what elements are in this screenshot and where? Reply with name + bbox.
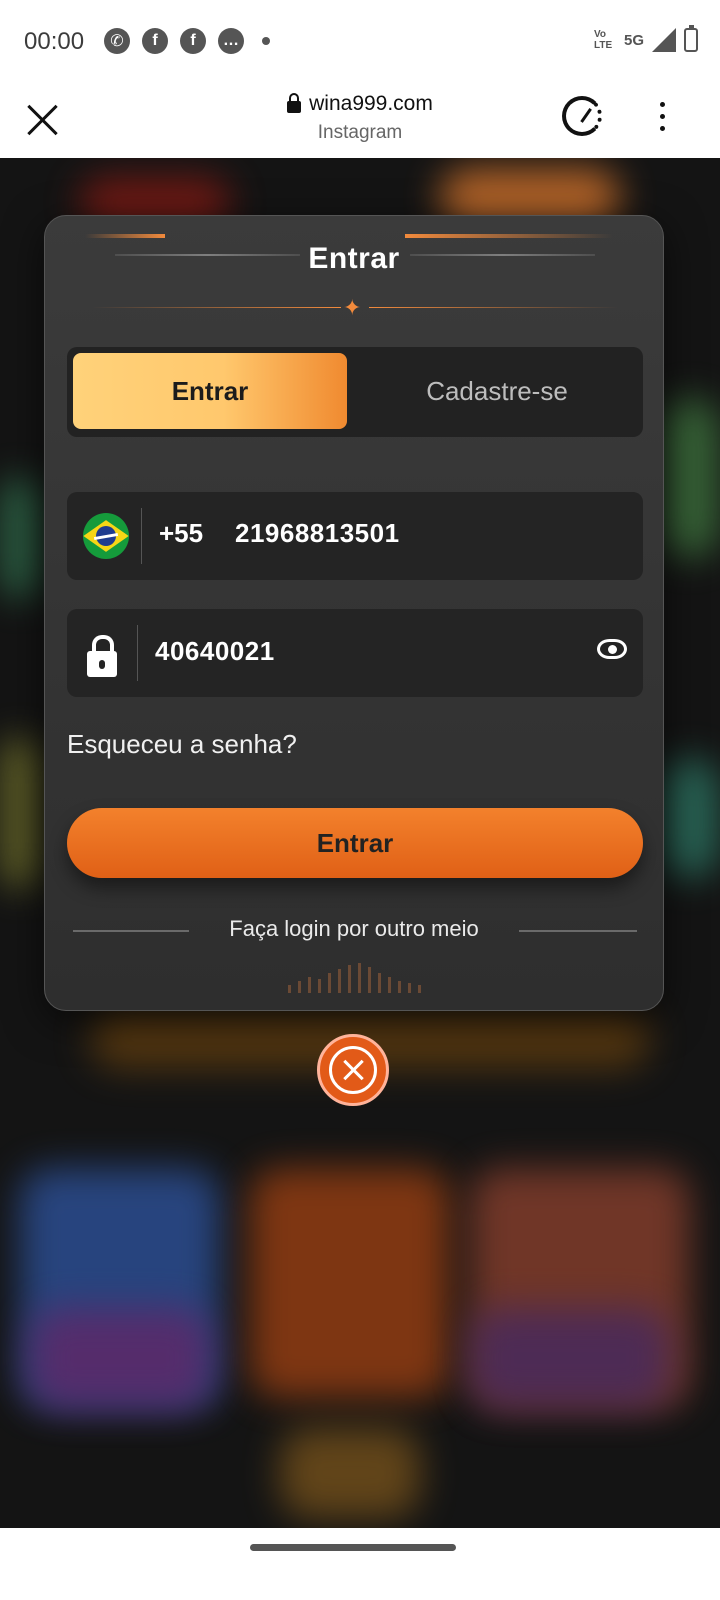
other-login-line-right — [519, 930, 637, 932]
forgot-password-link[interactable]: Esqueceu a senha? — [67, 729, 297, 760]
header-ornament-left — [85, 234, 165, 238]
facebook-icon: f — [142, 28, 168, 54]
more-notifications-dot — [262, 37, 270, 45]
lock-icon — [287, 93, 302, 113]
other-login-label: Faça login por outro meio — [229, 916, 479, 941]
field-separator — [137, 625, 138, 681]
login-modal: Entrar ✦ Entrar Cadastre-se +55 21968813… — [44, 215, 664, 1011]
header-ornament-right — [405, 234, 613, 238]
close-modal-button[interactable] — [317, 1034, 389, 1106]
country-code[interactable]: +55 — [159, 518, 203, 549]
auth-tabs: Entrar Cadastre-se — [67, 347, 643, 437]
password-input[interactable]: 40640021 — [155, 636, 275, 667]
tab-login[interactable]: Entrar — [73, 353, 347, 429]
status-time: 00:00 — [24, 28, 85, 55]
tab-register[interactable]: Cadastre-se — [357, 353, 637, 429]
close-icon — [329, 1046, 377, 1094]
volte-label: Vo LTE — [593, 29, 613, 51]
source-app: Instagram — [317, 122, 403, 143]
network-label: 5G — [623, 31, 644, 49]
signal-icon — [652, 28, 676, 52]
lock-icon — [87, 635, 117, 677]
facebook-icon: f — [180, 28, 206, 54]
phone-field[interactable]: +55 21968813501 — [67, 492, 643, 580]
phone-input[interactable]: 21968813501 — [235, 518, 400, 549]
home-gesture-bar[interactable] — [250, 1544, 456, 1551]
title-divider-left — [91, 307, 341, 308]
url-display[interactable]: wina999.com Instagram — [0, 92, 720, 144]
password-field[interactable]: 40640021 — [67, 609, 643, 697]
sparkle-icon: ✦ — [343, 295, 362, 320]
page-domain: wina999.com — [309, 92, 433, 115]
status-bar: 00:00 ✆ f f … Vo LTE 5G — [0, 0, 720, 84]
chat-icon: … — [218, 28, 244, 54]
title-divider-right — [369, 307, 619, 308]
notification-icons: ✆ f f … — [104, 28, 270, 54]
show-password-icon[interactable] — [597, 639, 627, 659]
status-right: Vo LTE 5G — [593, 25, 698, 52]
brazil-flag-icon[interactable] — [83, 513, 129, 559]
browser-toolbar: wina999.com Instagram — [0, 84, 720, 158]
whatsapp-icon: ✆ — [104, 28, 130, 54]
battery-icon — [684, 25, 698, 52]
modal-title: Entrar — [308, 242, 400, 275]
login-button[interactable]: Entrar — [67, 808, 643, 878]
field-separator — [141, 508, 142, 564]
system-nav-bar — [0, 1528, 720, 1600]
more-options-icon[interactable] — [660, 102, 666, 132]
loading-bars — [259, 961, 449, 993]
speedometer-icon[interactable] — [562, 96, 602, 136]
